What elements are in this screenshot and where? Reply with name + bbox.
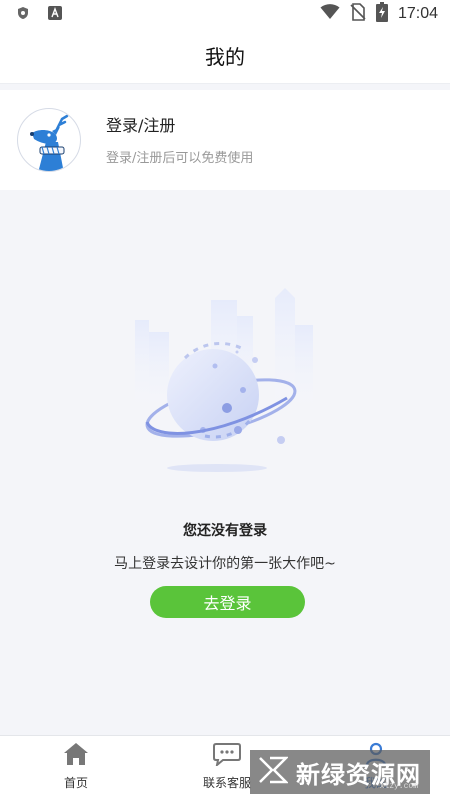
tab-customer-service-label: 联系客服 xyxy=(202,776,251,790)
empty-state-description: 马上登录去设计你的第一张大作吧~ xyxy=(114,556,336,572)
profile-card[interactable]: 登录/注册 登录/注册后可以免费使用 xyxy=(0,90,450,190)
avatar[interactable] xyxy=(17,108,81,172)
home-icon xyxy=(63,742,89,770)
a-notification-icon xyxy=(48,5,62,24)
tab-home-label: 首页 xyxy=(63,776,88,790)
shield-icon xyxy=(16,5,30,24)
empty-state-title: 您还没有登录 xyxy=(183,523,267,539)
building-shape xyxy=(295,325,313,410)
deer-avatar-icon xyxy=(30,114,69,171)
battery-charging-icon xyxy=(375,2,388,26)
page-title: 我的 xyxy=(205,45,245,69)
no-sim-icon xyxy=(350,3,366,25)
wifi-icon xyxy=(320,4,340,24)
login-register-link[interactable]: 登录/注册 xyxy=(106,112,175,136)
status-time: 17:04 xyxy=(397,5,438,22)
page-header: 我的 xyxy=(0,28,450,84)
tab-home[interactable]: 首页 xyxy=(21,742,131,791)
planet-shape xyxy=(167,349,259,441)
building-shape xyxy=(135,320,149,410)
building-shape xyxy=(275,288,295,410)
chat-icon xyxy=(213,742,241,770)
go-login-button[interactable]: 去登录 xyxy=(150,586,305,618)
empty-state-illustration xyxy=(125,280,325,480)
watermark: 新绿资源网 xlzy.com xyxy=(250,750,430,794)
watermark-url: xlzy.com xyxy=(379,782,418,791)
watermark-logo-icon xyxy=(258,755,290,789)
profile-subtitle: 登录/注册后可以免费使用 xyxy=(106,151,254,166)
building-shape xyxy=(149,332,169,410)
status-bar: 17:04 xyxy=(0,0,450,28)
